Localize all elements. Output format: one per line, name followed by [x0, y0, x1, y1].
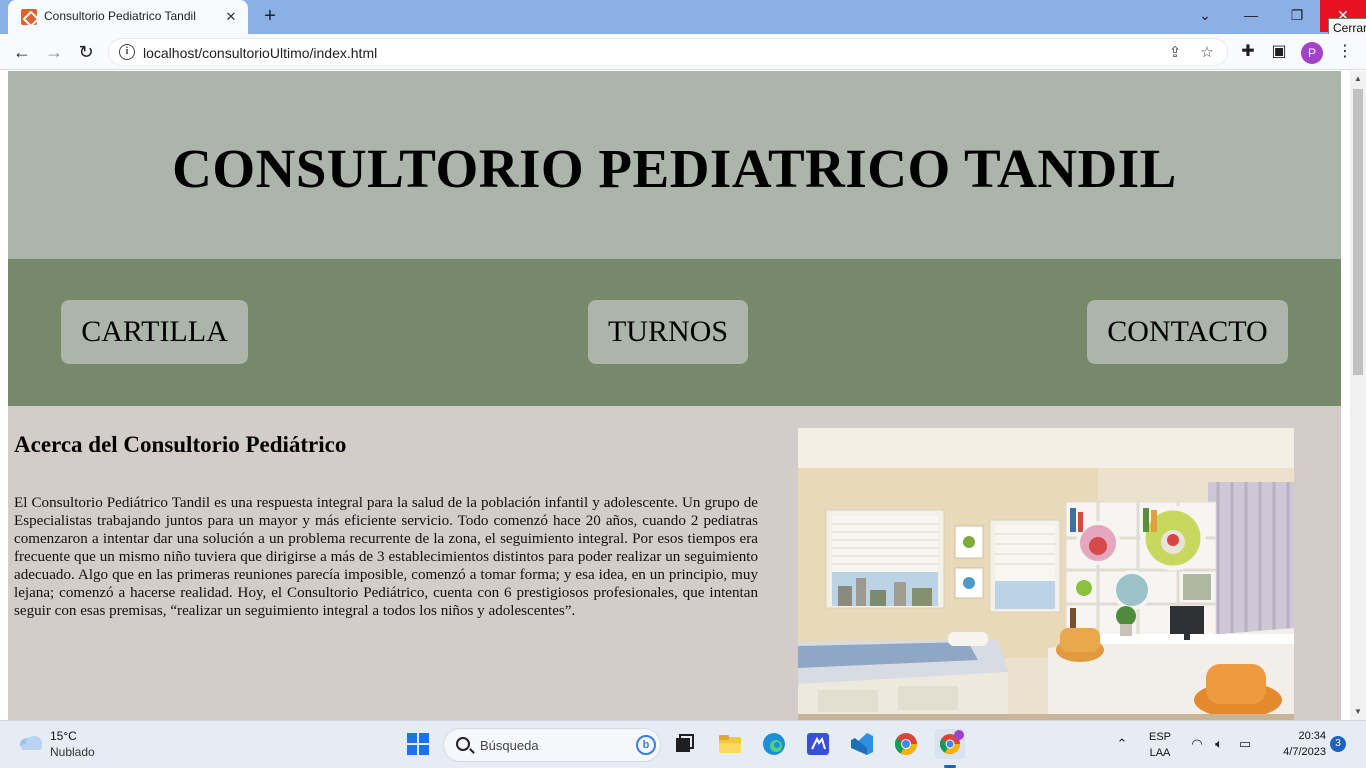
tab-search-chevron-icon[interactable]: ⌄	[1182, 0, 1228, 32]
wifi-icon[interactable]: ◠	[1188, 735, 1206, 753]
site-header: CONSULTORIO PEDIATRICO TANDIL	[8, 71, 1341, 259]
chevron-up-icon[interactable]: ⌃	[1113, 735, 1131, 753]
vscode-icon[interactable]	[847, 729, 877, 759]
site-info-icon[interactable]: i	[119, 44, 135, 60]
search-icon	[456, 737, 470, 751]
scroll-down-arrow-icon[interactable]: ▼	[1350, 704, 1366, 720]
scrollbar-thumb[interactable]	[1353, 89, 1363, 375]
xampp-favicon-icon	[21, 9, 37, 25]
chrome-icon[interactable]	[891, 729, 921, 759]
page-viewport: CONSULTORIO PEDIATRICO TANDIL CARTILLA T…	[0, 71, 1350, 720]
weather-description[interactable]: Nublado	[50, 745, 95, 759]
bing-icon[interactable]: b	[636, 735, 656, 755]
restore-button[interactable]: ❐	[1274, 0, 1320, 32]
page-scrollbar[interactable]: ▲ ▼	[1350, 71, 1366, 720]
nav-turnos-button[interactable]: TURNOS	[588, 300, 748, 364]
tab-close-icon[interactable]: ✕	[222, 8, 240, 26]
new-tab-button[interactable]: +	[260, 6, 280, 26]
site-nav: CARTILLA TURNOS CONTACTO	[8, 259, 1341, 406]
nav-contacto-button[interactable]: CONTACTO	[1087, 300, 1288, 364]
file-explorer-icon[interactable]	[715, 729, 745, 759]
address-bar[interactable]: i localhost/consultorioUltimo/index.html…	[108, 38, 1228, 66]
reload-icon[interactable]: ↻	[74, 41, 98, 63]
back-arrow-icon[interactable]: ←	[10, 41, 34, 63]
kebab-menu-icon[interactable]: ⋮	[1334, 42, 1356, 62]
chrome-profile-icon[interactable]	[935, 729, 965, 759]
clock-time[interactable]: 20:34	[1262, 730, 1326, 742]
bookmark-star-icon[interactable]: ☆	[1197, 43, 1217, 63]
site-title: CONSULTORIO PEDIATRICO TANDIL	[172, 138, 1177, 199]
address-url[interactable]: localhost/consultorioUltimo/index.html	[143, 45, 377, 61]
browser-tab-strip: Consultorio Pediatrico Tandil ✕ + ⌄ — ❐ …	[0, 0, 1366, 38]
edge-browser-icon[interactable]	[759, 729, 789, 759]
about-title: Acerca del Consultorio Pediátrico	[14, 432, 347, 457]
extensions-puzzle-icon[interactable]: ✚	[1237, 42, 1259, 62]
windows-taskbar: 15°C Nublado Búsqueda b ⌃ ESP LAA ◠ 🔈︎ ▭…	[0, 720, 1366, 768]
browser-toolbar: ← → ↻ i localhost/consultorioUltimo/inde…	[0, 34, 1366, 70]
minimize-button[interactable]: —	[1228, 0, 1274, 32]
clock-date[interactable]: 4/7/2023	[1262, 746, 1326, 758]
visual-studio-app-icon[interactable]	[803, 729, 833, 759]
keyboard-layout-indicator[interactable]: LAA	[1146, 747, 1174, 759]
side-panel-icon[interactable]: ▣	[1268, 42, 1290, 62]
nav-cartilla-button[interactable]: CARTILLA	[61, 300, 248, 364]
consultorio-room-photo	[798, 428, 1294, 720]
taskbar-search-box[interactable]: Búsqueda b	[443, 728, 661, 762]
browser-tab-active[interactable]: Consultorio Pediatrico Tandil ✕	[8, 0, 248, 34]
site-main: Acerca del Consultorio Pediátrico El Con…	[8, 406, 1341, 720]
language-indicator[interactable]: ESP	[1146, 731, 1174, 743]
profile-avatar[interactable]: P	[1301, 42, 1323, 64]
tab-title: Consultorio Pediatrico Tandil	[44, 9, 196, 23]
battery-icon[interactable]: ▭	[1236, 735, 1254, 753]
volume-icon[interactable]: 🔈︎	[1210, 735, 1228, 753]
share-icon[interactable]: ⇪	[1165, 43, 1185, 63]
notification-badge[interactable]: 3	[1330, 736, 1346, 752]
scroll-up-arrow-icon[interactable]: ▲	[1350, 71, 1366, 87]
task-view-icon[interactable]	[669, 729, 699, 759]
weather-temperature[interactable]: 15°C	[50, 729, 77, 743]
taskbar-search-placeholder: Búsqueda	[480, 738, 539, 753]
cloudy-weather-icon[interactable]	[18, 733, 44, 751]
about-paragraph: El Consultorio Pediátrico Tandil es una …	[14, 495, 758, 619]
windows-start-icon[interactable]	[403, 729, 433, 759]
forward-arrow-icon[interactable]: →	[42, 41, 66, 63]
